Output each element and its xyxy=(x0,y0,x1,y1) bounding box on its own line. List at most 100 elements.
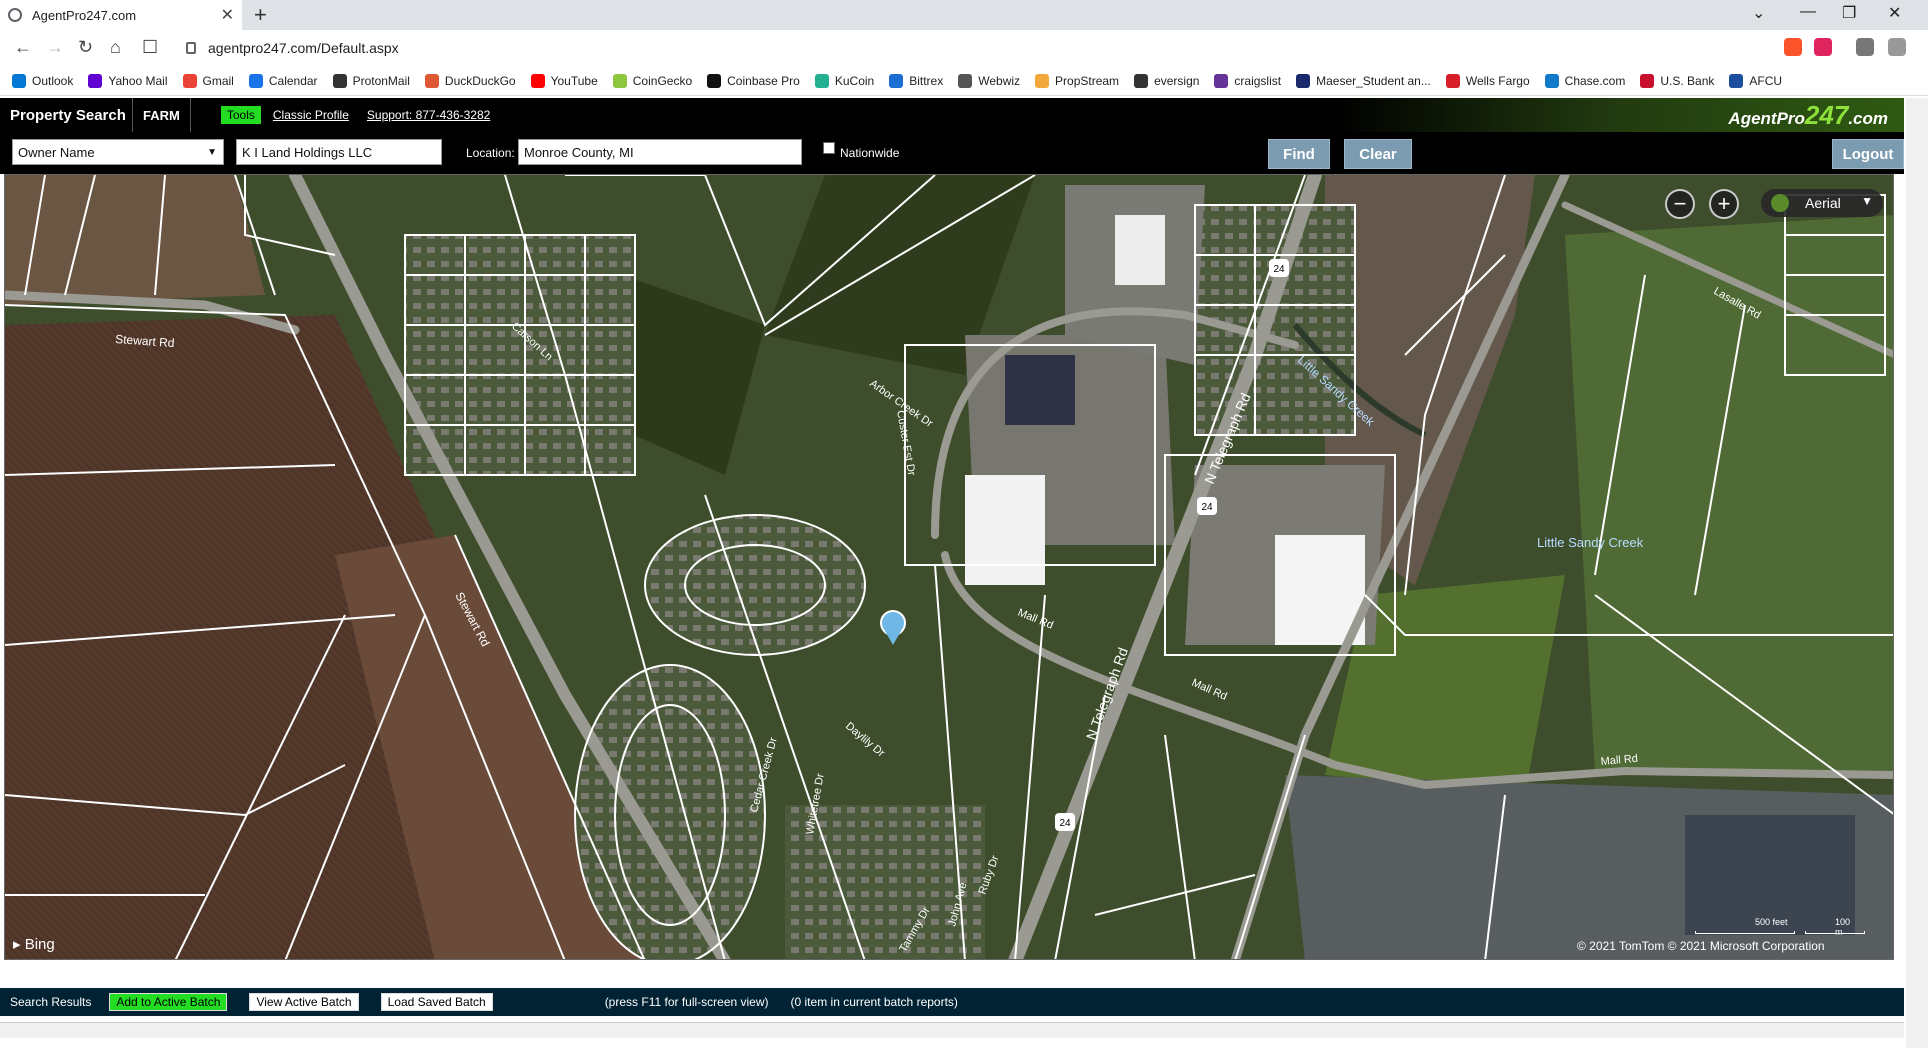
load-saved-batch-button[interactable]: Load Saved Batch xyxy=(380,993,493,1011)
add-to-active-batch-button[interactable]: Add to Active Batch xyxy=(109,993,228,1011)
bookmark-item[interactable]: PropStream xyxy=(1035,73,1120,88)
bookmark-label: Gmail xyxy=(202,73,234,88)
results-area xyxy=(0,960,1904,988)
forward-icon[interactable]: → xyxy=(46,37,64,58)
bookmark-item[interactable]: Maeser_Student an... xyxy=(1296,73,1431,88)
nationwide-checkbox[interactable] xyxy=(823,142,835,154)
owner-name-input[interactable]: K I Land Holdings LLC xyxy=(236,139,442,165)
logout-button[interactable]: Logout xyxy=(1832,139,1904,169)
bookmark-favicon-icon xyxy=(1640,73,1655,88)
support-link[interactable]: Support: 877-436-3282 xyxy=(367,108,490,122)
tab-search-icon[interactable]: ⌄ xyxy=(1752,3,1765,23)
bookmark-icon[interactable]: ☐ xyxy=(142,37,158,58)
bookmark-label: Yahoo Mail xyxy=(108,73,168,88)
bookmark-item[interactable]: Wells Fargo xyxy=(1445,73,1530,88)
find-button[interactable]: Find xyxy=(1268,139,1330,169)
bookmark-favicon-icon xyxy=(1214,73,1229,88)
bookmark-label: Calendar xyxy=(268,73,318,88)
url-field[interactable]: agentpro247.com/Default.aspx xyxy=(176,35,1756,61)
bookmark-favicon-icon xyxy=(424,73,439,88)
store-roof xyxy=(965,475,1045,585)
bookmark-item[interactable]: DuckDuckGo xyxy=(424,73,516,88)
map-copyright: © 2021 TomTom © 2021 Microsoft Corporati… xyxy=(1577,939,1825,953)
bookmark-favicon-icon xyxy=(889,73,904,88)
subdivision xyxy=(1195,205,1355,435)
close-window-button[interactable]: ✕ xyxy=(1888,3,1901,23)
bookmark-label: YouTube xyxy=(550,73,598,88)
bookmark-item[interactable]: eversign xyxy=(1134,73,1199,88)
bookmark-item[interactable]: Calendar xyxy=(248,73,318,88)
footer-bar: Search Results Add to Active Batch View … xyxy=(0,988,1904,1016)
svg-text:24: 24 xyxy=(1201,502,1213,513)
bookmark-favicon-icon xyxy=(612,73,627,88)
bookmark-item[interactable]: Gmail xyxy=(182,73,234,88)
menu-icon[interactable] xyxy=(1888,38,1906,56)
bookmark-item[interactable]: U.S. Bank xyxy=(1640,73,1714,88)
minimize-button[interactable]: — xyxy=(1800,3,1816,21)
bookmark-item[interactable]: Outlook xyxy=(12,73,73,88)
scale-meters: 100 m xyxy=(1835,917,1851,937)
address-bar-row: ← → ↻ ⌂ ☐ agentpro247.com/Default.aspx xyxy=(0,30,1928,66)
bing-logo: ▸ Bing xyxy=(13,936,55,953)
bookmark-label: DuckDuckGo xyxy=(444,73,516,88)
bookmark-favicon-icon xyxy=(958,73,973,88)
bookmark-item[interactable]: AFCU xyxy=(1729,73,1782,88)
brave-shield-icon[interactable] xyxy=(1784,38,1802,56)
bookmark-favicon-icon xyxy=(707,73,722,88)
bookmark-item[interactable]: ProtonMail xyxy=(332,73,410,88)
location-input[interactable]: Monroe County, MI xyxy=(518,139,802,165)
bookmark-label: CoinGecko xyxy=(632,73,693,88)
basemap-value: Aerial xyxy=(1805,195,1841,211)
zoom-in-button[interactable]: + xyxy=(1709,189,1739,219)
bookmark-favicon-icon xyxy=(182,73,197,88)
bookmark-label: Bittrex xyxy=(909,73,944,88)
bookmark-item[interactable]: Yahoo Mail xyxy=(88,73,168,88)
back-icon[interactable]: ← xyxy=(14,37,32,58)
classic-profile-link[interactable]: Classic Profile xyxy=(273,108,349,122)
zoom-out-button[interactable]: − xyxy=(1665,189,1695,219)
tools-button[interactable]: Tools xyxy=(220,106,261,124)
lock-icon xyxy=(186,42,196,54)
bookmark-item[interactable]: Coinbase Pro xyxy=(707,73,800,88)
route-24-shield: 24 xyxy=(1197,497,1217,515)
horizontal-scrollbar[interactable] xyxy=(0,1022,1904,1038)
bookmark-favicon-icon xyxy=(1296,73,1311,88)
bookmark-item[interactable]: craigslist xyxy=(1214,73,1281,88)
logo-text-c: .com xyxy=(1848,109,1888,128)
bookmark-label: ProtonMail xyxy=(352,73,410,88)
view-active-batch-button[interactable]: View Active Batch xyxy=(249,993,359,1011)
extensions-icon[interactable] xyxy=(1856,38,1874,56)
bookmark-item[interactable]: CoinGecko xyxy=(612,73,693,88)
clear-button[interactable]: Clear xyxy=(1344,139,1412,169)
restore-button[interactable]: ❐ xyxy=(1842,3,1856,23)
bookmark-label: Wells Fargo xyxy=(1465,73,1530,88)
logo-text-a: AgentPro xyxy=(1728,109,1805,128)
bookmark-item[interactable]: KuCoin xyxy=(814,73,874,88)
bookmark-label: PropStream xyxy=(1055,73,1120,88)
bookmark-item[interactable]: Bittrex xyxy=(889,73,944,88)
chevron-down-icon: ▼ xyxy=(207,146,217,158)
chevron-down-icon: ▼ xyxy=(1861,194,1873,208)
bookmark-favicon-icon xyxy=(814,73,829,88)
basemap-selector[interactable]: Aerial ▼ xyxy=(1761,189,1883,217)
vertical-scrollbar[interactable] xyxy=(1906,98,1928,1048)
map-view[interactable]: 24 24 24 Stewart Rd Stewart Rd Carson Ln… xyxy=(4,174,1894,960)
home-icon[interactable]: ⌂ xyxy=(110,37,121,58)
browser-tab[interactable]: AgentPro247.com ✕ xyxy=(0,0,242,30)
new-tab-button[interactable]: + xyxy=(254,2,267,28)
rewards-icon[interactable] xyxy=(1814,38,1832,56)
bookmark-item[interactable]: Chase.com xyxy=(1544,73,1625,88)
reload-icon[interactable]: ↻ xyxy=(78,37,93,58)
bookmark-item[interactable]: Webwiz xyxy=(958,73,1020,88)
scale-bar-meters xyxy=(1805,931,1865,934)
bookmark-favicon-icon xyxy=(530,73,545,88)
farm-tab[interactable]: FARM xyxy=(132,98,191,132)
close-tab-icon[interactable]: ✕ xyxy=(221,5,234,25)
aerial-map[interactable]: 24 24 24 Stewart Rd Stewart Rd Carson Ln… xyxy=(5,175,1894,960)
location-label: Location: xyxy=(466,146,515,160)
svg-text:24: 24 xyxy=(1273,264,1285,275)
search-results-label: Search Results xyxy=(10,995,92,1009)
search-type-select[interactable]: Owner Name ▼ xyxy=(12,139,224,165)
browser-tab-strip: AgentPro247.com ✕ + ⌄ — ❐ ✕ xyxy=(0,0,1928,30)
bookmark-item[interactable]: YouTube xyxy=(530,73,598,88)
